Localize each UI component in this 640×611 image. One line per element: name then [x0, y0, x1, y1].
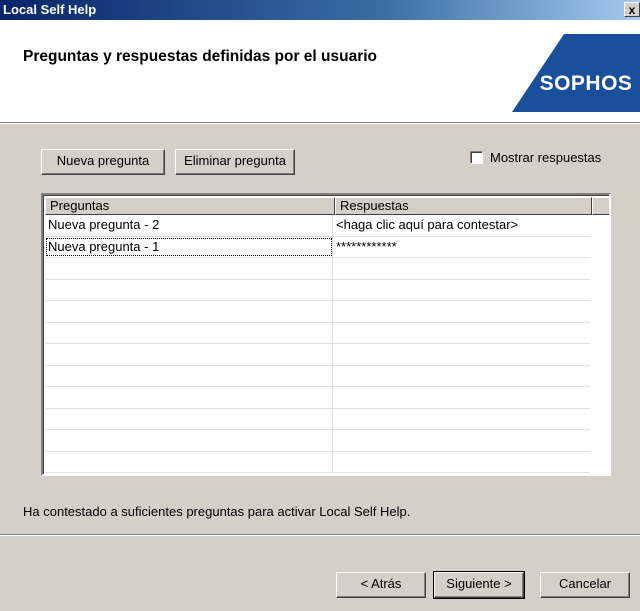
answer-cell[interactable]	[333, 301, 590, 322]
question-cell[interactable]	[45, 365, 333, 386]
table-row-empty[interactable]	[45, 365, 590, 387]
next-button[interactable]: Siguiente >	[433, 571, 525, 599]
delete-question-button[interactable]: Eliminar pregunta	[175, 149, 295, 175]
list-header: Preguntas Respuestas	[45, 197, 609, 215]
questions-list[interactable]: Preguntas Respuestas Nueva pregunta - 2 …	[41, 193, 611, 476]
close-icon: x	[628, 3, 636, 17]
logo-text: SOPHOS	[540, 72, 633, 95]
table-row-empty[interactable]	[45, 279, 590, 301]
answer-cell[interactable]	[333, 409, 590, 430]
column-header-answers[interactable]: Respuestas	[335, 197, 592, 215]
table-row-empty[interactable]	[45, 387, 590, 409]
back-button[interactable]: < Atrás	[336, 572, 426, 598]
table-row-empty[interactable]	[45, 408, 590, 430]
table-row[interactable]: Nueva pregunta - 2 <haga clic aquí para …	[45, 215, 590, 237]
question-cell[interactable]: Nueva pregunta - 2	[45, 215, 333, 236]
table-row-empty[interactable]	[45, 301, 590, 323]
answer-cell[interactable]: ************	[333, 237, 590, 258]
answer-cell[interactable]	[333, 366, 590, 387]
page-title: Preguntas y respuestas definidas por el …	[23, 48, 378, 65]
table-row-empty[interactable]	[45, 430, 590, 452]
answer-cell[interactable]	[333, 387, 590, 408]
table-row-empty[interactable]	[45, 322, 590, 344]
cancel-button[interactable]: Cancelar	[540, 572, 630, 598]
column-header-filler	[592, 197, 609, 215]
question-cell[interactable]	[45, 301, 333, 322]
question-cell[interactable]	[45, 387, 333, 408]
answer-cell[interactable]	[333, 323, 590, 344]
show-answers-label[interactable]: Mostrar respuestas	[490, 150, 601, 165]
question-cell[interactable]	[45, 408, 333, 429]
answer-cell[interactable]	[333, 430, 590, 451]
answer-cell[interactable]	[333, 344, 590, 365]
answer-cell[interactable]: <haga clic aquí para contestar>	[333, 215, 590, 236]
question-cell[interactable]: Nueva pregunta - 1	[45, 236, 333, 257]
answer-cell[interactable]	[333, 280, 590, 301]
wizard-header: Preguntas y respuestas definidas por el …	[0, 20, 640, 123]
question-cell[interactable]	[45, 279, 333, 300]
answer-cell[interactable]	[333, 452, 590, 473]
show-answers-checkbox[interactable]	[470, 151, 483, 164]
table-row[interactable]: Nueva pregunta - 1 ************	[45, 236, 590, 258]
question-cell[interactable]	[45, 344, 333, 365]
question-cell[interactable]	[45, 258, 333, 279]
table-row-empty[interactable]	[45, 344, 590, 366]
footer-divider-highlight	[0, 535, 640, 536]
list-rows: Nueva pregunta - 2 <haga clic aquí para …	[45, 215, 590, 473]
question-cell[interactable]	[45, 322, 333, 343]
sophos-logo: SOPHOS	[512, 34, 640, 112]
close-button[interactable]: x	[624, 2, 640, 17]
question-cell[interactable]	[45, 451, 333, 472]
question-cell[interactable]	[45, 430, 333, 451]
title-bar: Local Self Help x	[0, 0, 640, 20]
table-row-empty[interactable]	[45, 258, 590, 280]
new-question-button[interactable]: Nueva pregunta	[41, 149, 165, 175]
column-header-questions[interactable]: Preguntas	[45, 197, 335, 215]
header-divider	[0, 123, 640, 124]
answer-cell[interactable]	[333, 258, 590, 279]
status-message: Ha contestado a suficientes preguntas pa…	[23, 504, 411, 519]
window-title: Local Self Help	[3, 2, 97, 17]
table-row-empty[interactable]	[45, 451, 590, 473]
